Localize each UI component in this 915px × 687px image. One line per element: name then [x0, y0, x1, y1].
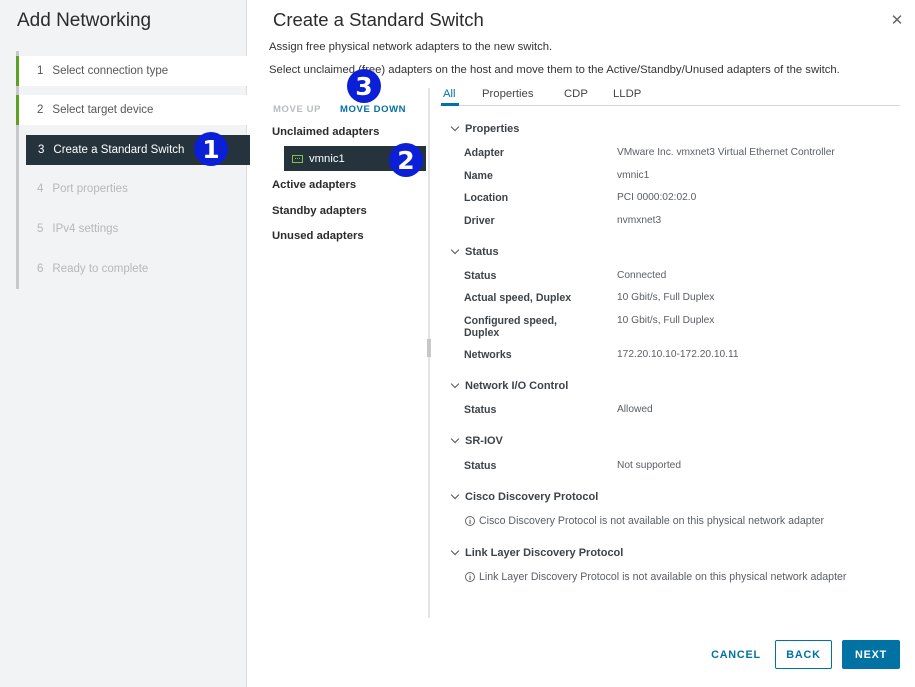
wizard-steps: 1 Select connection type 2 Select target… — [16, 51, 250, 289]
cdp-note: i Cisco Discovery Protocol is not availab… — [465, 515, 824, 527]
step-select-connection-type[interactable]: 1 Select connection type — [16, 56, 250, 86]
close-icon[interactable]: ✕ — [888, 12, 906, 30]
back-button[interactable]: BACK — [775, 640, 832, 669]
chevron-down-icon — [450, 434, 460, 444]
section-status[interactable]: Status — [450, 245, 499, 258]
detail-key: Adapter — [464, 147, 505, 159]
standby-adapters-label: Standby adapters — [272, 205, 367, 217]
detail-value: VMware Inc. vmxnet3 Virtual Ethernet Con… — [617, 147, 835, 158]
info-icon: i — [465, 516, 475, 526]
detail-key: Location — [464, 192, 509, 204]
step-label: Select target device — [52, 104, 154, 116]
section-properties[interactable]: Properties — [450, 122, 520, 135]
section-title: Properties — [465, 123, 520, 135]
section-title: SR-IOV — [465, 435, 503, 447]
chevron-down-icon — [450, 490, 460, 500]
step-number: 6 — [37, 263, 44, 275]
detail-key: Status — [464, 270, 497, 282]
section-link-layer-discovery-protocol[interactable]: Link Layer Discovery Protocol — [450, 546, 624, 559]
step-port-properties: 4 Port properties — [16, 174, 250, 204]
step-number: 1 — [37, 65, 44, 77]
detail-value: 10 Gbit/s, Full Duplex — [617, 315, 715, 326]
wizard-title: Add Networking — [17, 10, 152, 31]
detail-value: PCI 0000:02:02.0 — [617, 192, 697, 203]
network-card-icon — [292, 154, 303, 163]
section-sr-iov[interactable]: SR-IOV — [450, 434, 503, 447]
note-text: Link Layer Discovery Protocol is not ava… — [479, 571, 847, 583]
unused-adapters-label: Unused adapters — [272, 230, 364, 242]
section-cisco-discovery-protocol[interactable]: Cisco Discovery Protocol — [450, 490, 599, 503]
detail-key: Driver — [464, 215, 495, 227]
detail-value: 172.20.10.10-172.20.10.11 — [617, 349, 739, 360]
info-icon: i — [465, 572, 475, 582]
unclaimed-adapters-label: Unclaimed adapters — [272, 126, 380, 138]
chevron-down-icon — [450, 546, 460, 556]
detail-value: vmnic1 — [617, 170, 650, 181]
detail-value: Connected — [617, 270, 667, 281]
callout-badge-1: 1 — [194, 132, 228, 166]
step-ready-to-complete: 6 Ready to complete — [16, 254, 250, 284]
pane-resize-handle[interactable] — [427, 339, 431, 357]
detail-key: Status — [464, 460, 497, 472]
wizard-sidebar: Add Networking 1 Select connection type … — [0, 0, 250, 687]
chevron-down-icon — [450, 379, 460, 389]
detail-tabs: All Properties CDP LLDP — [440, 86, 900, 106]
step-label: Create a Standard Switch — [53, 144, 185, 156]
detail-value: nvmxnet3 — [617, 215, 662, 226]
section-title: Network I/O Control — [465, 380, 569, 392]
tab-properties[interactable]: Properties — [482, 88, 534, 100]
step-ipv4-settings: 5 IPv4 settings — [16, 214, 250, 244]
tab-lldp[interactable]: LLDP — [613, 88, 641, 100]
adapter-name: vmnic1 — [309, 152, 345, 165]
section-title: Link Layer Discovery Protocol — [465, 547, 624, 559]
step-label: Port properties — [52, 183, 128, 195]
callout-badge-3: 3 — [347, 69, 381, 103]
step-number: 5 — [37, 223, 44, 235]
tab-all[interactable]: All — [443, 88, 456, 100]
active-adapters-label: Active adapters — [272, 179, 357, 191]
detail-value: Not supported — [617, 460, 681, 471]
detail-key: Status — [464, 404, 497, 416]
detail-value: Allowed — [617, 404, 653, 415]
section-title: Status — [465, 246, 499, 258]
step-select-target-device[interactable]: 2 Select target device — [16, 95, 250, 125]
step-label: Select connection type — [52, 65, 169, 77]
active-tab-indicator — [441, 103, 459, 106]
note-text: Cisco Discovery Protocol is not availabl… — [479, 515, 825, 527]
detail-key: Networks — [464, 349, 512, 361]
step-label: Ready to complete — [52, 263, 149, 275]
cancel-button[interactable]: CANCEL — [707, 640, 765, 669]
section-title: Cisco Discovery Protocol — [465, 491, 599, 503]
lldp-note: i Link Layer Discovery Protocol is not av… — [465, 571, 846, 583]
step-number: 3 — [38, 144, 45, 156]
dialog-title: Create a Standard Switch — [273, 9, 484, 30]
move-down-button[interactable]: MOVE DOWN — [340, 104, 406, 115]
step-number: 4 — [37, 183, 44, 195]
detail-key: Configured speed, Duplex — [464, 315, 557, 339]
step-number: 2 — [37, 104, 44, 116]
section-network-io-control[interactable]: Network I/O Control — [450, 379, 569, 392]
detail-value: 10 Gbit/s, Full Duplex — [617, 292, 715, 303]
next-button[interactable]: NEXT — [842, 640, 900, 669]
dialog-description: Assign free physical network adapters to… — [269, 41, 553, 53]
callout-badge-2: 2 — [389, 143, 423, 177]
step-label: IPv4 settings — [52, 223, 119, 235]
chevron-down-icon — [450, 245, 460, 255]
detail-key: Actual speed, Duplex — [464, 292, 572, 304]
detail-key: Name — [464, 170, 493, 182]
chevron-down-icon — [450, 122, 460, 132]
move-up-button[interactable]: MOVE UP — [273, 104, 321, 115]
tab-cdp[interactable]: CDP — [564, 88, 588, 100]
